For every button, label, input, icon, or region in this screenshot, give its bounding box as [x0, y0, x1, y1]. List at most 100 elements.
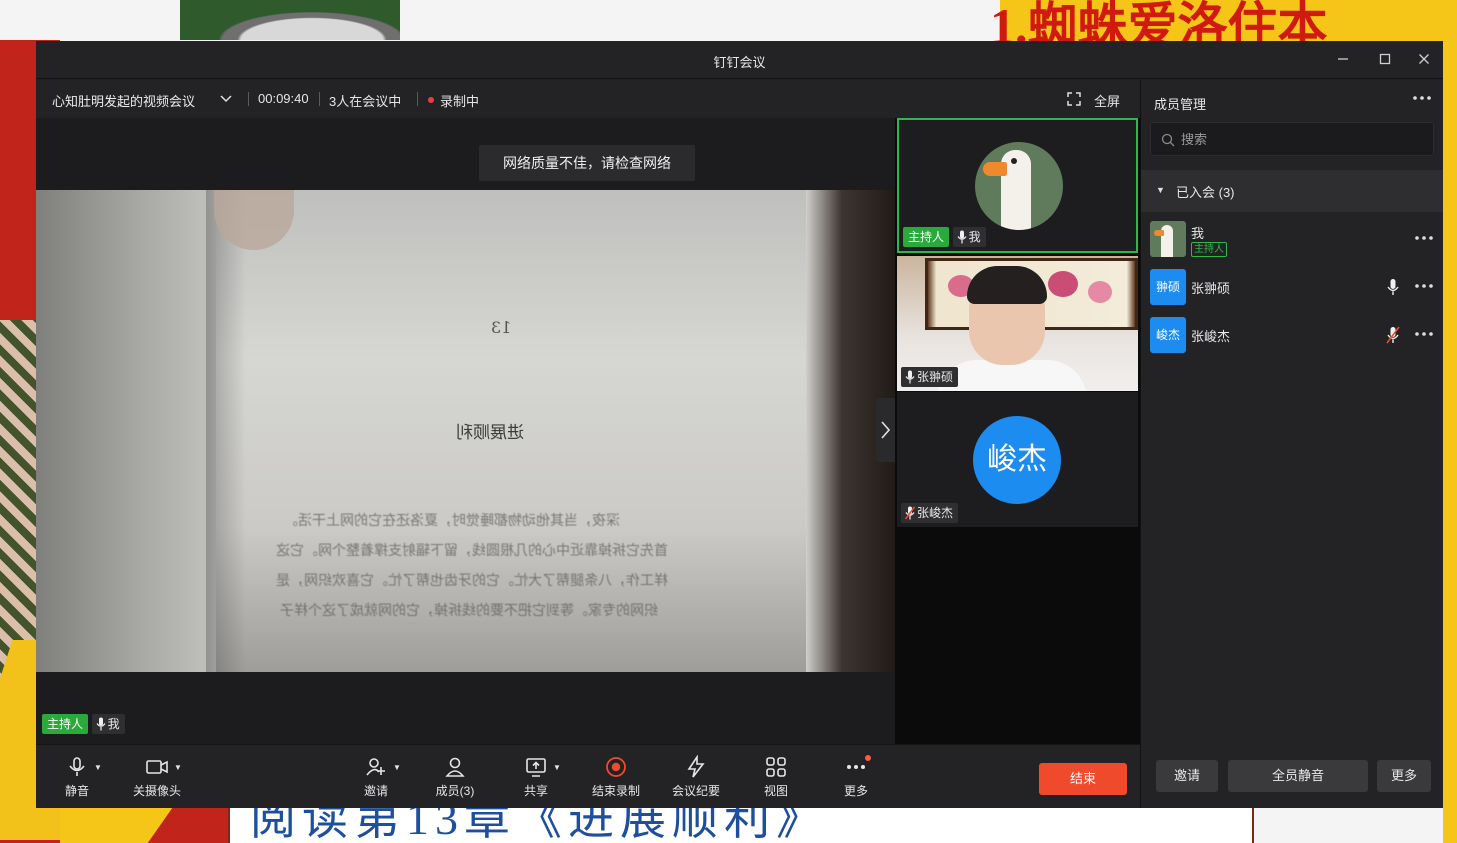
text-avatar: 翀硕 [1150, 269, 1186, 305]
members-label: 成员(3) [435, 784, 475, 798]
stop-record-icon [606, 757, 626, 777]
share-label: 共享 [523, 784, 548, 798]
search-icon [1161, 133, 1175, 147]
book-left-page [36, 190, 216, 672]
participant-tile-avatar[interactable]: 峻杰 张峻杰 [897, 392, 1138, 527]
members-panel: 成员管理 ▼ 已入会 (3) 我 主持人 翀硕 张翀硕 [1140, 80, 1443, 808]
goose-beak [983, 162, 1007, 176]
chevron-right-icon [881, 421, 891, 439]
tile-name-badge: 张峻杰 [901, 503, 959, 523]
divider [417, 92, 418, 106]
recording-dot-icon [428, 97, 434, 103]
joined-group-header[interactable]: ▼ 已入会 (3) [1141, 170, 1443, 212]
invite-button[interactable]: 邀请 [1156, 760, 1218, 792]
meeting-duration: 00:09:40 [258, 91, 309, 106]
bg-decoration [180, 0, 400, 40]
tile-name-badge: 我 [952, 227, 986, 247]
more-button[interactable]: 更多 [821, 755, 891, 799]
minutes-label: 会议纪要 [671, 784, 720, 798]
host-badge: 主持人 [903, 227, 950, 247]
bg-yellow-right [1443, 42, 1457, 843]
microphone-muted-icon[interactable] [1386, 326, 1400, 344]
main-video-stage: 网络质量不佳，请检查网络 13 进展顺利 深夜，当其他动物都睡觉时，夏洛还在它的… [36, 118, 895, 744]
minimize-button[interactable] [1328, 49, 1358, 73]
host-badge: 主持人 [42, 714, 89, 734]
minutes-button[interactable]: 会议纪要 [661, 755, 731, 799]
participant-tiles: 主持人 我 张翀硕 峻杰 张峻杰 [895, 118, 1140, 744]
goose-avatar [1150, 221, 1186, 257]
more-icon [1415, 236, 1433, 240]
search-input[interactable] [1181, 123, 1421, 155]
microphone-icon [69, 757, 85, 776]
member-row[interactable]: 峻杰 张峻杰 [1141, 312, 1443, 358]
slide-bottom-text: 阅读第13章《进展顺利》 [250, 808, 828, 843]
slide-bottom-card: 阅读第13章《进展顺利》 [228, 808, 1254, 843]
microphone-icon [957, 230, 967, 244]
goose-avatar [975, 142, 1063, 230]
tile-name: 我 [968, 230, 981, 244]
members-icon [445, 757, 465, 777]
microphone-icon[interactable] [1386, 278, 1400, 296]
close-icon [1419, 54, 1429, 64]
share-button[interactable]: ▼ 共享 [501, 755, 571, 799]
share-screen-icon [526, 758, 546, 777]
joined-group-label: 已入会 (3) [1176, 185, 1235, 200]
stop-recording-label: 结束录制 [591, 784, 640, 798]
next-page-button[interactable] [876, 398, 895, 462]
participants-count[interactable]: 3人在会议中 [329, 91, 401, 110]
close-button[interactable] [1409, 49, 1439, 73]
tile-name: 张峻杰 [917, 506, 954, 520]
caret-down-icon[interactable]: ▼ [393, 763, 401, 772]
view-button[interactable]: 视图 [741, 755, 811, 799]
book-text-line: 织网的专家。等到它把不要的线拆掉，它的网就成了这个样子 [280, 603, 658, 619]
more-label: 更多 [843, 784, 868, 798]
caret-down-icon: ▼ [1156, 185, 1165, 195]
fullscreen-button[interactable]: 全屏 [1094, 91, 1120, 110]
camera-label: 关摄像头 [132, 784, 181, 798]
book-chapter-heading: 进展顺利 [456, 423, 524, 443]
end-meeting-button[interactable]: 结束 [1039, 763, 1127, 795]
fullscreen-icon[interactable] [1067, 92, 1081, 106]
divider [319, 92, 320, 106]
chevron-down-icon[interactable] [218, 90, 234, 106]
member-more-button[interactable] [1413, 324, 1435, 344]
host-tag: 主持人 [1191, 242, 1227, 257]
panel-more-button[interactable] [1411, 88, 1435, 112]
panel-more-actions-button[interactable]: 更多 [1377, 760, 1431, 792]
member-row[interactable]: 翀硕 张翀硕 [1141, 264, 1443, 310]
camera-button[interactable]: ▼ 关摄像头 [122, 755, 192, 799]
caret-down-icon[interactable]: ▼ [553, 763, 561, 772]
members-button[interactable]: 成员(3) [420, 755, 490, 799]
member-name: 我 [1191, 226, 1205, 241]
meeting-name[interactable]: 心知肚明发起的视频会议 [52, 91, 195, 110]
panel-title: 成员管理 [1154, 97, 1207, 112]
flower-shape [1048, 271, 1078, 297]
invite-button[interactable]: ▼ 邀请 [341, 755, 411, 799]
more-icon [1415, 284, 1433, 288]
grid-view-icon [766, 757, 786, 777]
main-video: 13 进展顺利 深夜，当其他动物都睡觉时，夏洛还在它的网上干活。 首先它拆掉靠近… [36, 190, 895, 672]
microphone-icon [96, 717, 106, 731]
invite-label: 邀请 [363, 784, 388, 798]
member-row[interactable]: 我 主持人 [1141, 216, 1443, 262]
member-more-button[interactable] [1413, 228, 1435, 248]
mute-button[interactable]: ▼ 静音 [42, 755, 112, 799]
caret-down-icon[interactable]: ▼ [94, 763, 102, 772]
participant-tile-video[interactable]: 张翀硕 [897, 256, 1138, 391]
caret-down-icon[interactable]: ▼ [174, 763, 182, 772]
person-hair [967, 266, 1047, 304]
window-title: 钉钉会议 [713, 55, 766, 70]
meeting-info-bar: 心知肚明发起的视频会议 00:09:40 3人在会议中 录制中 全屏 [36, 80, 1140, 118]
stop-recording-button[interactable]: 结束录制 [581, 755, 651, 799]
maximize-button[interactable] [1370, 49, 1400, 73]
participant-tile-self[interactable]: 主持人 我 [897, 118, 1138, 253]
meeting-window: 钉钉会议 心知肚明发起的视频会议 00:09:40 3人在会议中 录制中 全屏 … [36, 41, 1443, 808]
member-more-button[interactable] [1413, 276, 1435, 296]
flower-shape [1088, 281, 1112, 303]
main-video-badges: 主持人 我 [42, 714, 125, 736]
divider [248, 92, 249, 106]
microphone-icon [905, 370, 915, 384]
camera-icon [146, 760, 168, 774]
minimize-icon [1338, 58, 1348, 60]
mute-all-button[interactable]: 全员静音 [1228, 760, 1368, 792]
